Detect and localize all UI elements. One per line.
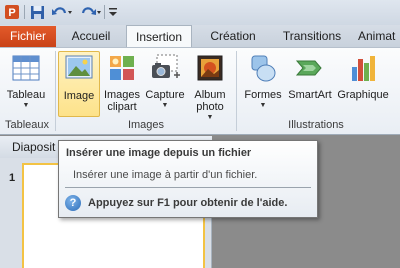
tableau-button[interactable]: Tableau ▼: [2, 51, 50, 117]
picture-icon: [64, 54, 94, 85]
formes-label: Formes: [244, 89, 282, 101]
group-label-images: Images: [127, 119, 165, 131]
toolbar-divider: [24, 5, 25, 19]
images-clipart-button[interactable]: Images clipart: [102, 51, 142, 117]
image-button[interactable]: Image: [58, 51, 100, 117]
tab-transitions[interactable]: Transitions: [272, 25, 352, 47]
smartart-button[interactable]: SmartArt: [284, 51, 336, 117]
tableau-label: Tableau: [6, 89, 46, 101]
chevron-down-icon: ▼: [161, 102, 169, 109]
capture-label: Capture: [145, 89, 185, 101]
ribbon: Tableau▼ Tableaux Image Imagesclipart: [0, 47, 400, 135]
group-label-illustrations: Illustrations: [288, 119, 344, 131]
group-label-tableaux: Tableaux: [4, 119, 50, 131]
capture-button[interactable]: Capture ▼: [142, 51, 188, 117]
tab-fichier[interactable]: Fichier: [0, 26, 56, 47]
photo-album-icon: [195, 53, 225, 86]
tooltip-title: Insérer une image depuis un fichier: [66, 147, 252, 159]
shapes-icon: [248, 53, 278, 86]
tooltip-help: ? Appuyez sur F1 pour obtenir de l'aide.: [65, 194, 287, 212]
group-divider: [55, 51, 56, 131]
table-icon: [11, 53, 41, 86]
tab-accueil[interactable]: Accueil: [62, 25, 120, 47]
graphique-button[interactable]: Graphique: [334, 51, 392, 117]
chevron-down-icon: ▼: [22, 102, 30, 109]
formes-button[interactable]: Formes ▼: [240, 51, 286, 117]
group-divider: [236, 51, 237, 131]
toolbar-divider: [104, 5, 105, 19]
customize-toolbar-icon[interactable]: [107, 3, 119, 21]
tab-animations[interactable]: Animat: [358, 25, 400, 47]
tooltip: Insérer une image depuis un fichier Insé…: [58, 140, 318, 218]
tooltip-description: Insérer une image à partir d'un fichier.: [73, 169, 258, 181]
album-photo-button[interactable]: Album photo ▼: [188, 51, 232, 121]
tooltip-help-text: Appuyez sur F1 pour obtenir de l'aide.: [88, 197, 288, 209]
graphique-label: Graphique: [337, 89, 389, 101]
images-clipart-label-1: Images: [103, 89, 141, 101]
album-label-1: Album: [194, 89, 226, 101]
slide-number: 1: [9, 172, 16, 184]
screenshot-icon: [149, 53, 181, 86]
clipart-icon: [107, 53, 137, 86]
chevron-down-icon: ▼: [259, 102, 267, 109]
images-clipart-label-2: clipart: [107, 101, 137, 113]
tab-creation[interactable]: Création: [200, 25, 266, 47]
tooltip-divider: [65, 187, 311, 188]
smartart-label: SmartArt: [288, 89, 332, 101]
tab-insertion[interactable]: Insertion: [126, 25, 192, 47]
image-label: Image: [63, 90, 95, 102]
powerpoint-icon[interactable]: P: [3, 3, 21, 21]
quick-access-toolbar: P: [0, 0, 400, 25]
save-icon[interactable]: [28, 3, 46, 21]
redo-icon[interactable]: [78, 3, 102, 21]
undo-icon[interactable]: [50, 3, 74, 21]
smartart-icon: [295, 53, 325, 86]
album-label-2: photo: [196, 101, 224, 113]
chart-icon: [348, 53, 378, 86]
help-icon: ?: [65, 195, 81, 211]
ribbon-tabs: Fichier Accueil Insertion Création Trans…: [0, 25, 400, 47]
svg-text:P: P: [8, 7, 15, 19]
